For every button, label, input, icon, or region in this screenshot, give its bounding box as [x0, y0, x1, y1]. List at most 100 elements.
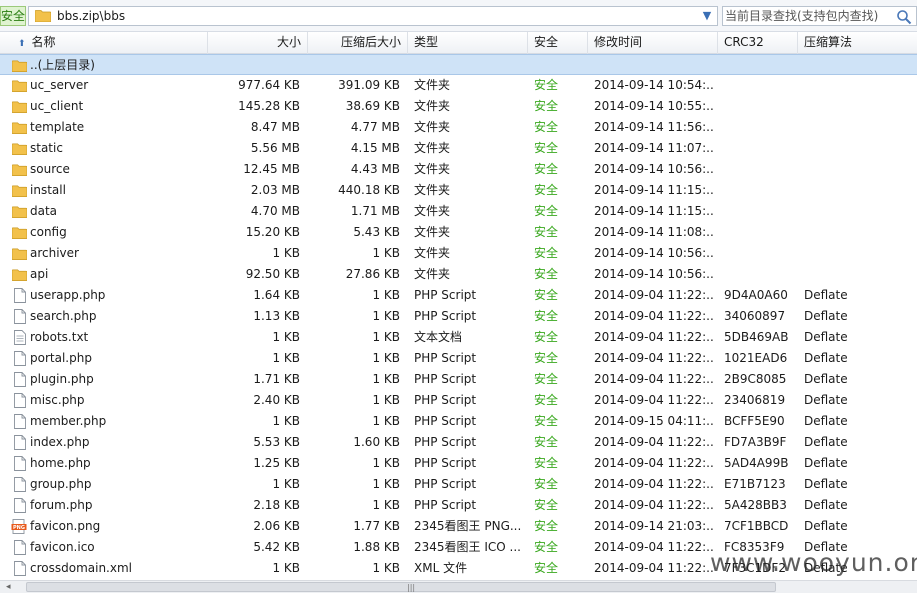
- file-size: 977.64 KB: [238, 78, 300, 92]
- search-box[interactable]: [722, 6, 917, 26]
- file-row[interactable]: data 4.70 MB 1.71 MB 文件夹 安全 2014-09-14 11:15:…: [0, 201, 917, 222]
- file-compressed-size: 1 KB: [372, 456, 400, 470]
- file-row[interactable]: favicon.ico 5.42 KB 1.88 KB 2345看图王 ICO ...…: [0, 537, 917, 558]
- file-row[interactable]: userapp.php 1.64 KB 1 KB PHP Script 安全 2014-0…: [0, 285, 917, 306]
- crc32-value: [724, 222, 798, 243]
- file-name: search.php: [30, 309, 97, 323]
- file-row[interactable]: portal.php 1 KB 1 KB PHP Script 安全 2014-09-04…: [0, 348, 917, 369]
- search-input[interactable]: [725, 8, 890, 24]
- modified-time: 2014-09-14 10:54:...: [594, 78, 714, 92]
- file-row[interactable]: source 12.45 MB 4.43 MB 文件夹 安全 2014-09-14 10:…: [0, 159, 917, 180]
- file-name: archiver: [30, 246, 79, 260]
- horizontal-scrollbar[interactable]: ◂ |||: [0, 580, 917, 593]
- crc32-value: [724, 243, 798, 264]
- column-method[interactable]: 压缩算法: [798, 32, 917, 54]
- modified-time: 2014-09-14 11:07:...: [594, 141, 714, 155]
- file-list: ..(上层目录) uc_server 977.64 KB 391.09 KB 文件夹安…: [0, 54, 917, 580]
- security-status: 安全: [534, 162, 559, 176]
- compression-method: Deflate: [804, 456, 848, 470]
- column-modified[interactable]: 修改时间: [588, 32, 718, 54]
- column-type[interactable]: 类型: [408, 32, 528, 54]
- parent-directory-row[interactable]: ..(上层目录): [0, 54, 917, 75]
- security-status: 安全: [534, 78, 559, 92]
- file-row[interactable]: group.php 1 KB 1 KB PHP Script 安全 2014-09-04 …: [0, 474, 917, 495]
- file-size: 1.71 KB: [253, 372, 300, 386]
- column-crc[interactable]: CRC32: [718, 32, 798, 54]
- file-row[interactable]: uc_server 977.64 KB 391.09 KB 文件夹 安全 2014-09-…: [0, 75, 917, 96]
- file-type: 文件夹: [414, 120, 451, 134]
- file-row[interactable]: forum.php 2.18 KB 1 KB PHP Script 安全 2014-09-…: [0, 495, 917, 516]
- file-row[interactable]: misc.php 2.40 KB 1 KB PHP Script 安全 2014-09-0…: [0, 390, 917, 411]
- compression-method: [804, 117, 884, 138]
- file-row[interactable]: static 5.56 MB 4.15 MB 文件夹 安全 2014-09-14 11:0…: [0, 138, 917, 159]
- file-row[interactable]: install 2.03 MB 440.18 KB 文件夹 安全 2014-09-14 1…: [0, 180, 917, 201]
- modified-time: 2014-09-14 11:08:...: [594, 225, 714, 239]
- column-size[interactable]: 大小: [208, 32, 308, 54]
- file-type: 文件夹: [414, 183, 451, 197]
- file-row[interactable]: api 92.50 KB 27.86 KB 文件夹 安全 2014-09-14 10:56…: [0, 264, 917, 285]
- file-size: 1 KB: [272, 477, 300, 491]
- security-status: 安全: [534, 561, 559, 575]
- file-row[interactable]: home.php 1.25 KB 1 KB PHP Script 安全 2014-09-0…: [0, 453, 917, 474]
- path-field[interactable]: bbs.zip\bbs ▼: [28, 6, 718, 26]
- crc32-value: BCFF5E90: [724, 414, 785, 428]
- modified-time: 2014-09-14 21:03:...: [594, 519, 714, 533]
- file-row[interactable]: PNG favicon.png 2.06 KB 1.77 KB 2345看图王 PNG.…: [0, 516, 917, 537]
- file-row[interactable]: crossdomain.xml 1 KB 1 KB XML 文件 安全 2014-09-0…: [0, 558, 917, 579]
- path-text: bbs.zip\bbs: [57, 9, 126, 23]
- file-row[interactable]: uc_client 145.28 KB 38.69 KB 文件夹 安全 2014-09-1…: [0, 96, 917, 117]
- file-row[interactable]: template 8.47 MB 4.77 MB 文件夹 安全 2014-09-14 11…: [0, 117, 917, 138]
- file-type: 2345看图王 ICO ...: [414, 540, 521, 554]
- file-row[interactable]: plugin.php 1.71 KB 1 KB PHP Script 安全 2014-09…: [0, 369, 917, 390]
- file-size: 1.25 KB: [253, 456, 300, 470]
- compression-method: Deflate: [804, 393, 848, 407]
- file-icon: [14, 540, 26, 555]
- security-status: 安全: [534, 540, 559, 554]
- compression-method: Deflate: [804, 330, 848, 344]
- modified-time: 2014-09-14 11:15:...: [594, 183, 714, 197]
- modified-time: 2014-09-04 11:22:...: [594, 351, 714, 365]
- modified-time: 2014-09-14 11:56:...: [594, 120, 714, 134]
- column-header: ⬆ 名称 大小 压缩后大小 类型 安全 修改时间 CRC32 压缩算法: [0, 32, 917, 54]
- file-size: 1 KB: [272, 414, 300, 428]
- file-compressed-size: 1.88 KB: [353, 540, 400, 554]
- file-row[interactable]: member.php 1 KB 1 KB PHP Script 安全 2014-09-15…: [0, 411, 917, 432]
- chevron-down-icon[interactable]: ▼: [699, 7, 715, 25]
- modified-time: 2014-09-04 11:22:...: [594, 498, 714, 512]
- security-status: 安全: [534, 267, 559, 281]
- column-compressed[interactable]: 压缩后大小: [308, 32, 408, 54]
- file-compressed-size: 5.43 KB: [353, 225, 400, 239]
- file-compressed-size: 391.09 KB: [338, 78, 400, 92]
- modified-time: 2014-09-14 10:56:...: [594, 246, 714, 260]
- file-row[interactable]: config 15.20 KB 5.43 KB 文件夹 安全 2014-09-14 11:…: [0, 222, 917, 243]
- file-type: XML 文件: [414, 561, 468, 575]
- folder-icon: [35, 10, 51, 22]
- file-icon: [14, 435, 26, 450]
- file-type: PHP Script: [414, 393, 477, 407]
- file-type: PHP Script: [414, 309, 477, 323]
- file-size: 2.40 KB: [253, 393, 300, 407]
- file-name: config: [30, 225, 67, 239]
- file-type: PHP Script: [414, 351, 477, 365]
- search-icon[interactable]: [896, 9, 912, 25]
- file-row[interactable]: archiver 1 KB 1 KB 文件夹 安全 2014-09-14 10:56:..…: [0, 243, 917, 264]
- file-row[interactable]: index.php 5.53 KB 1.60 KB PHP Script 安全 2014-…: [0, 432, 917, 453]
- file-size: 4.70 MB: [250, 204, 300, 218]
- crc32-value: [724, 201, 798, 222]
- security-status: 安全: [534, 330, 559, 344]
- security-status: 安全: [534, 393, 559, 407]
- modified-time: 2014-09-04 11:22:...: [594, 330, 714, 344]
- file-size: 2.06 KB: [253, 519, 300, 533]
- scroll-left-arrow-icon[interactable]: ◂: [6, 582, 11, 592]
- file-row[interactable]: robots.txt 1 KB 1 KB 文本文档 安全 2014-09-04 11:22…: [0, 327, 917, 348]
- folder-icon: [12, 60, 27, 72]
- folder-icon: [12, 143, 27, 155]
- scrollbar-thumb[interactable]: |||: [26, 582, 776, 592]
- file-row[interactable]: search.php 1.13 KB 1 KB PHP Script 安全 2014-09…: [0, 306, 917, 327]
- address-bar: 安全 bbs.zip\bbs ▼: [0, 0, 917, 32]
- column-name[interactable]: ⬆ 名称: [0, 32, 208, 54]
- crc32-value: 5A428BB3: [724, 498, 787, 512]
- modified-time: 2014-09-15 04:11:...: [594, 414, 714, 428]
- column-security[interactable]: 安全: [528, 32, 588, 54]
- file-compressed-size: 1 KB: [372, 246, 400, 260]
